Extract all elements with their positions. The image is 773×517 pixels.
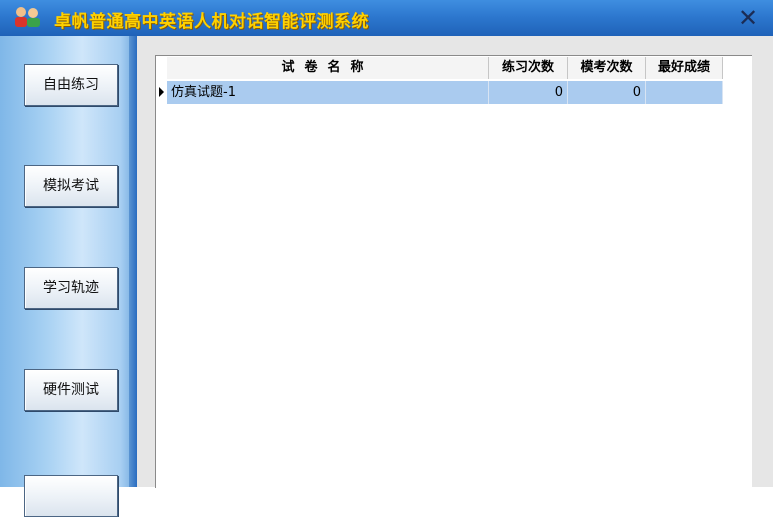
table-row[interactable]: 仿真试题-1 0 0 xyxy=(167,81,723,104)
mock-exam-button[interactable]: 模拟考试 xyxy=(24,165,118,207)
cell-practice-count: 0 xyxy=(489,81,568,104)
column-header-mock-count[interactable]: 模考次数 xyxy=(568,57,646,79)
learning-history-button[interactable]: 学习轨迹 xyxy=(24,267,118,309)
column-header-practice-count[interactable]: 练习次数 xyxy=(489,57,568,79)
column-header-exam-name[interactable]: 试卷名称 xyxy=(167,57,489,79)
column-header-best-score[interactable]: 最好成绩 xyxy=(646,57,723,79)
title-bar: 卓帆普通高中英语人机对话智能评测系统 ✕ xyxy=(0,0,773,36)
row-selector-arrow-icon xyxy=(155,80,167,104)
cell-mock-count: 0 xyxy=(568,81,646,104)
grid-header: 试卷名称 练习次数 模考次数 最好成绩 xyxy=(167,57,723,79)
cell-best-score xyxy=(646,81,723,104)
app-logo-icon xyxy=(13,6,41,28)
sidebar-divider xyxy=(129,36,137,487)
sidebar-button-partial[interactable] xyxy=(24,475,118,517)
exam-list-grid xyxy=(155,55,752,488)
cell-exam-name: 仿真试题-1 xyxy=(167,81,489,104)
window-title: 卓帆普通高中英语人机对话智能评测系统 xyxy=(54,12,369,32)
close-icon[interactable]: ✕ xyxy=(735,6,761,30)
free-practice-button[interactable]: 自由练习 xyxy=(24,64,118,106)
hardware-test-button[interactable]: 硬件测试 xyxy=(24,369,118,411)
